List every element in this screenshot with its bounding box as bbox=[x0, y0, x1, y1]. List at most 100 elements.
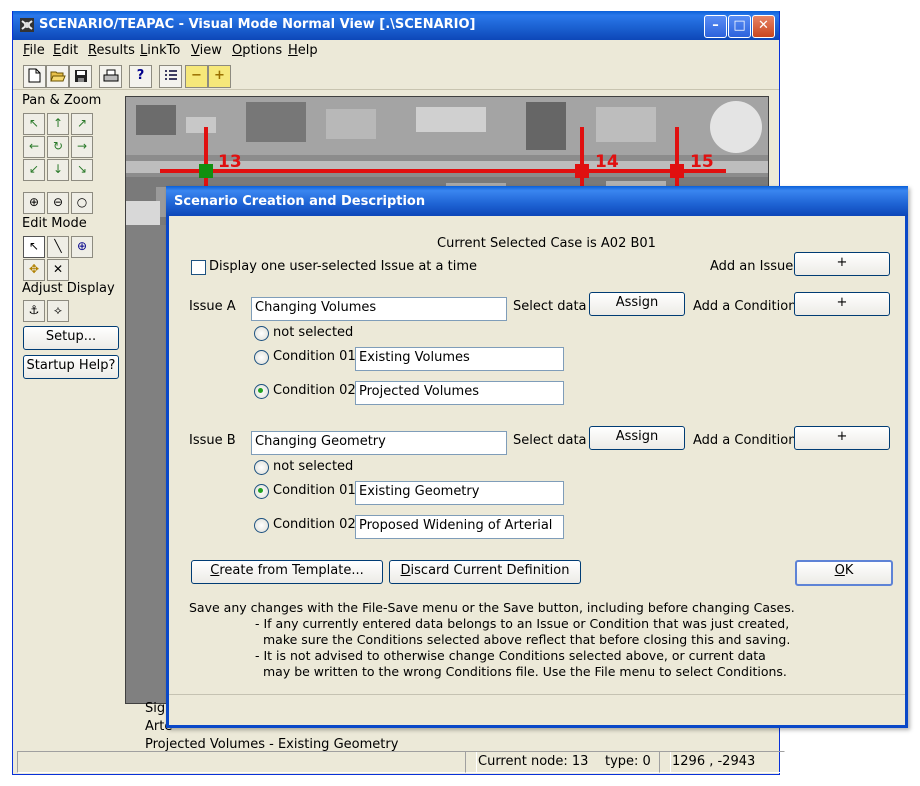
toolbar: ? − + bbox=[13, 62, 779, 90]
menu-help[interactable]: Help bbox=[288, 43, 318, 58]
edit-mode-label: Edit Mode bbox=[22, 216, 87, 231]
close-button[interactable]: ✕ bbox=[752, 15, 775, 38]
node-label-15: 15 bbox=[690, 152, 714, 172]
zoom-in-icon[interactable]: ⊕ bbox=[23, 192, 45, 214]
minus-icon[interactable]: − bbox=[185, 65, 208, 88]
scenario-dialog: Scenario Creation and Description Curren… bbox=[166, 186, 908, 728]
dialog-title-bar[interactable]: Scenario Creation and Description bbox=[166, 186, 908, 216]
issue-a-name-field[interactable]: Changing Volumes bbox=[251, 297, 507, 321]
node-label-13: 13 bbox=[218, 152, 242, 172]
add-issue-button[interactable]: + bbox=[794, 252, 890, 276]
note-line-4: - It is not advised to otherwise change … bbox=[255, 648, 766, 663]
adjust-display-label: Adjust Display bbox=[22, 281, 115, 296]
issue-a-condition-01-field[interactable]: Existing Volumes bbox=[355, 347, 564, 371]
issue-a-not-selected-radio[interactable] bbox=[254, 326, 269, 341]
zoom-search-icon[interactable]: ○ bbox=[71, 192, 93, 214]
new-file-icon[interactable] bbox=[23, 65, 46, 88]
zoom-node-icon[interactable]: ⊕ bbox=[71, 236, 93, 258]
menu-results[interactable]: Results bbox=[88, 43, 135, 58]
menu-view[interactable]: View bbox=[191, 43, 222, 58]
print-icon[interactable] bbox=[99, 65, 122, 88]
note-line-5: may be written to the wrong Conditions f… bbox=[263, 664, 787, 679]
note-line-1: Save any changes with the File-Save menu… bbox=[189, 600, 795, 615]
display-one-issue-label: Display one user-selected Issue at a tim… bbox=[209, 259, 478, 274]
node-type-text: type: 0 bbox=[605, 754, 651, 769]
menu-linkto[interactable]: LinkTo bbox=[140, 43, 180, 58]
help-icon[interactable]: ? bbox=[129, 65, 152, 88]
setup-button[interactable]: Setup... bbox=[23, 326, 119, 350]
pan-left-icon[interactable]: ← bbox=[23, 136, 45, 158]
dialog-bottom-divider bbox=[169, 694, 905, 695]
note-line-2: - If any currently entered data belongs … bbox=[255, 616, 790, 631]
menu-options[interactable]: Options bbox=[232, 43, 282, 58]
pointer-select-icon[interactable]: ↖ bbox=[23, 236, 45, 258]
minimize-button[interactable]: – bbox=[704, 15, 727, 38]
issue-b-add-condition-button[interactable]: + bbox=[794, 426, 890, 450]
anchor-icon[interactable]: ⚓ bbox=[23, 300, 45, 322]
issue-b-name-field[interactable]: Changing Geometry bbox=[251, 431, 507, 455]
save-icon[interactable] bbox=[69, 65, 92, 88]
refresh-icon[interactable]: ↻ bbox=[47, 136, 69, 158]
ok-button[interactable]: OK bbox=[795, 560, 893, 586]
app-icon bbox=[20, 18, 34, 32]
delete-link-icon[interactable]: ✕ bbox=[47, 259, 69, 281]
dialog-title: Scenario Creation and Description bbox=[174, 194, 426, 209]
issue-b-condition-01-field[interactable]: Existing Geometry bbox=[355, 481, 564, 505]
issue-b-condition-02-radio[interactable] bbox=[254, 518, 269, 533]
issue-b-condition-02-label: Condition 02 bbox=[273, 517, 356, 532]
open-folder-icon[interactable] bbox=[46, 65, 69, 88]
menu-bar: File Edit Results LinkTo View Options He… bbox=[13, 40, 779, 62]
create-from-template-button[interactable]: Create from Template... bbox=[191, 560, 383, 584]
pan-up-right-icon[interactable]: ↗ bbox=[71, 113, 93, 135]
issue-a-condition-01-radio[interactable] bbox=[254, 350, 269, 365]
statusbar-coords: 1296 , -2943 bbox=[659, 751, 785, 773]
issue-b-not-selected-label: not selected bbox=[273, 459, 354, 474]
pan-up-icon[interactable]: ↑ bbox=[47, 113, 69, 135]
pan-zoom-label: Pan & Zoom bbox=[22, 93, 102, 108]
move-node-icon[interactable]: ✥ bbox=[23, 259, 45, 281]
startup-help-button[interactable]: Startup Help? bbox=[23, 355, 119, 379]
issue-b-label: Issue B bbox=[189, 433, 236, 448]
current-node-text: Current node: 13 bbox=[478, 754, 589, 769]
statusbar-node: Current node: 13 type: 0 bbox=[465, 751, 671, 773]
list-icon[interactable] bbox=[159, 65, 182, 88]
issue-b-condition-01-radio[interactable] bbox=[254, 484, 269, 499]
issue-b-condition-01-label: Condition 01 bbox=[273, 483, 356, 498]
issue-a-select-data-label: Select data bbox=[513, 299, 587, 314]
current-case-text: Current Selected Case is A02 B01 bbox=[437, 236, 656, 251]
pan-down-right-icon[interactable]: ↘ bbox=[71, 159, 93, 181]
maximize-button[interactable]: □ bbox=[728, 15, 751, 38]
zoom-out-icon[interactable]: ⊖ bbox=[47, 192, 69, 214]
issue-a-condition-02-label: Condition 02 bbox=[273, 383, 356, 398]
issue-b-add-condition-label: Add a Condition bbox=[693, 433, 797, 448]
issue-a-condition-02-radio[interactable] bbox=[254, 384, 269, 399]
plus-icon[interactable]: + bbox=[208, 65, 231, 88]
issue-b-condition-02-field[interactable]: Proposed Widening of Arterial bbox=[355, 515, 564, 539]
pan-up-left-icon[interactable]: ↖ bbox=[23, 113, 45, 135]
status-bar: Current node: 13 type: 0 1296 , -2943 bbox=[13, 749, 785, 773]
issue-a-condition-02-field[interactable]: Projected Volumes bbox=[355, 381, 564, 405]
pan-down-left-icon[interactable]: ↙ bbox=[23, 159, 45, 181]
add-issue-label: Add an Issue bbox=[710, 259, 794, 274]
issue-b-not-selected-radio[interactable] bbox=[254, 460, 269, 475]
pan-down-icon[interactable]: ↓ bbox=[47, 159, 69, 181]
issue-a-add-condition-button[interactable]: + bbox=[794, 292, 890, 316]
draw-link-icon[interactable]: ╲ bbox=[47, 236, 69, 258]
issue-a-label: Issue A bbox=[189, 299, 236, 314]
discard-definition-button[interactable]: Discard Current Definition bbox=[389, 560, 581, 584]
issue-b-select-data-label: Select data bbox=[513, 433, 587, 448]
issue-b-assign-button[interactable]: Assign bbox=[589, 426, 685, 450]
grid-adjust-icon[interactable]: ⟡ bbox=[47, 300, 69, 322]
window-title: SCENARIO/TEAPAC - Visual Mode Normal Vie… bbox=[39, 17, 476, 32]
issue-a-not-selected-label: not selected bbox=[273, 325, 354, 340]
statusbar-blank bbox=[17, 751, 477, 773]
left-control-panel: Pan & Zoom ↖ ↑ ↗ ← ↻ → ↙ ↓ ↘ ⊕ ⊖ ○ Edit … bbox=[18, 93, 126, 693]
menu-edit[interactable]: Edit bbox=[53, 43, 78, 58]
node-label-14: 14 bbox=[595, 152, 619, 172]
note-line-3: make sure the Conditions selected above … bbox=[263, 632, 791, 647]
display-one-issue-checkbox[interactable] bbox=[191, 260, 206, 275]
menu-file[interactable]: File bbox=[23, 43, 45, 58]
issue-a-assign-button[interactable]: Assign bbox=[589, 292, 685, 316]
main-title-bar[interactable]: SCENARIO/TEAPAC - Visual Mode Normal Vie… bbox=[13, 11, 779, 40]
pan-right-icon[interactable]: → bbox=[71, 136, 93, 158]
